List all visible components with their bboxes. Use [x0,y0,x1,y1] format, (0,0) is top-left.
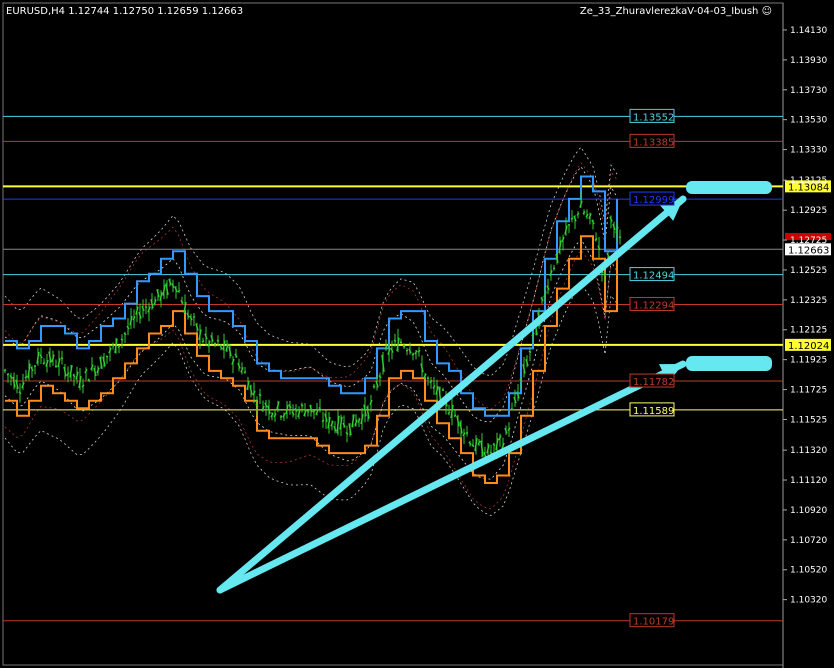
axis-tick-label: 1.12725 [790,236,827,246]
candle-body [3,369,7,372]
candle-body [105,355,109,358]
axis-tick-label: 1.11725 [790,386,827,396]
axis-tick-label: 1.10520 [790,566,827,576]
candle-body [567,223,571,226]
candle-body [510,408,514,411]
axis-price-label: 1.12663 [788,245,829,256]
candle-body [279,415,283,419]
axis-tick-label: 1.14130 [790,26,827,36]
candle-body [60,356,64,360]
candle-body [618,236,622,239]
candle-body [6,373,10,376]
axis-tick-label: 1.11120 [790,476,827,486]
axis-tick-label: 1.12125 [790,326,827,336]
axis-tick-label: 1.12925 [790,206,827,216]
axis-tick-label: 1.11525 [790,415,827,425]
upper-target-bar [686,181,772,194]
axis-tick-label: 1.13730 [790,86,827,96]
candle-body [144,305,148,309]
axis-tick-label: 1.10320 [790,596,827,606]
axis-price-label: 1.12024 [788,341,829,352]
axis-tick-label: 1.13930 [790,56,827,66]
axis-tick-label: 1.12325 [790,296,827,306]
level-label-text: 1.12294 [633,300,674,311]
price-chart[interactable]: 1.135521.133851.130841.129991.126631.124… [0,0,834,668]
level-label-text: 1.11589 [633,406,674,417]
level-label-text: 1.11782 [633,377,674,388]
axis-tick-label: 1.13125 [790,176,827,186]
candle-body [465,431,469,435]
level-label-text: 1.10179 [633,617,674,628]
axis-tick-label: 1.10720 [790,536,827,546]
axis-tick-label: 1.13330 [790,146,827,156]
smiley-icon: ☺ [761,6,772,17]
axis-tick-label: 1.12525 [790,266,827,276]
candle-body [603,273,607,277]
candle-body [570,217,574,220]
lower-target-bar [686,356,772,371]
candle-body [192,315,196,319]
axis-tick-label: 1.11925 [790,356,827,366]
indicator-name: Ze_33_ZhuravlerezkaV-04-03_Ibush [579,6,759,17]
axis-tick-label: 1.13530 [790,116,827,126]
axis-tick-label: 1.11320 [790,446,827,456]
level-label-text: 1.12494 [633,271,674,282]
level-label-text: 1.13552 [633,112,674,123]
level-label-text: 1.12999 [633,195,674,206]
candle-body [120,338,124,341]
candle-body [399,341,403,344]
level-label-text: 1.13385 [633,137,674,148]
axis-tick-label: 1.10920 [790,506,827,516]
candle-body [453,414,457,417]
indicator-label: Ze_33_ZhuravlerezkaV-04-03_Ibush ☺ [580,6,772,17]
symbol-info: EURUSD,H4 1.12744 1.12750 1.12659 1.1266… [6,6,244,17]
